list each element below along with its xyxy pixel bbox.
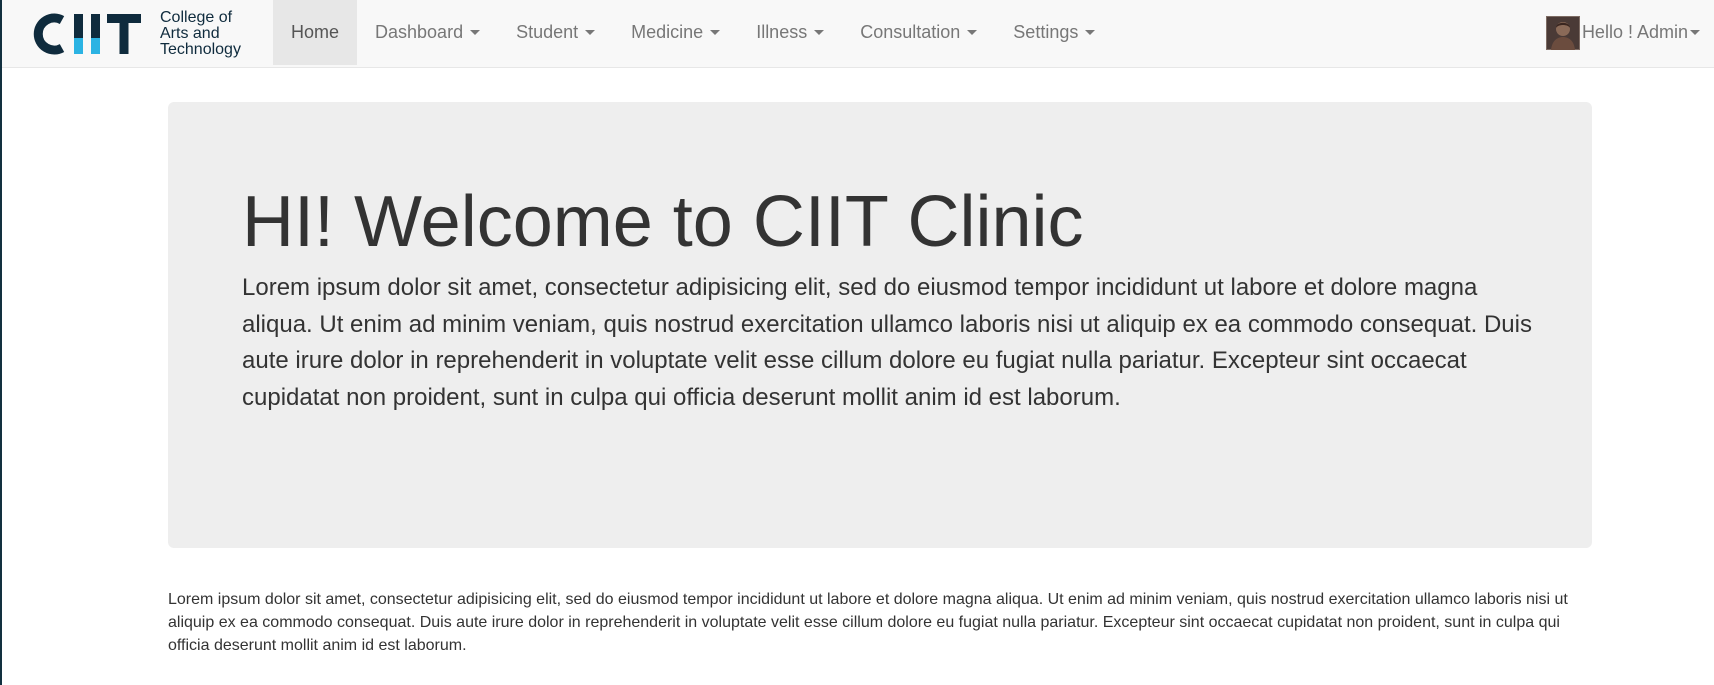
nav-student-dropdown[interactable]: Student [498,0,613,65]
caret-down-icon [967,30,978,35]
nav-medicine-label: Medicine [631,22,704,42]
brand-line-2: Arts and [160,25,220,42]
main-nav: Home Dashboard Student Medicine Illness … [273,0,1113,67]
user-greeting: Hello ! Admin [1581,22,1688,42]
caret-down-icon [585,30,596,35]
brand-logo[interactable]: College of Arts and Technology [28,8,241,60]
user-avatar-icon [1545,15,1580,50]
nav-settings-label: Settings [1013,22,1079,42]
nav-consultation-dropdown[interactable]: Consultation [842,0,995,65]
nav-dashboard-label: Dashboard [375,22,464,42]
nav-home-label: Home [291,22,340,42]
user-menu-dropdown[interactable]: Hello ! Admin [1545,0,1700,65]
nav-consultation-label: Consultation [860,22,961,42]
caret-down-icon [814,30,825,35]
welcome-jumbotron: HI! Welcome to CIIT Clinic Lorem ipsum d… [168,102,1592,548]
nav-home[interactable]: Home [273,0,358,65]
nav-student-label: Student [516,22,579,42]
nav-illness-dropdown[interactable]: Illness [738,0,842,65]
nav-dashboard-dropdown[interactable]: Dashboard [357,0,498,65]
caret-down-icon [1690,30,1700,35]
caret-down-icon [1085,30,1096,35]
brand-line-3: Technology [160,41,241,58]
caret-down-icon [710,30,721,35]
caret-down-icon [470,30,481,35]
nav-medicine-dropdown[interactable]: Medicine [613,0,738,65]
body-paragraph: Lorem ipsum dolor sit amet, consectetur … [168,591,1568,654]
top-navbar: College of Arts and Technology Home Dash… [2,0,1714,68]
brand-name: College of Arts and Technology [160,10,241,58]
page-title: HI! Welcome to CIIT Clinic [242,182,1084,262]
nav-illness-label: Illness [756,22,808,42]
brand-line-1: College of [160,9,233,26]
ciit-logo-icon [33,13,141,55]
nav-settings-dropdown[interactable]: Settings [995,0,1113,65]
jumbotron-text: Lorem ipsum dolor sit amet, consectetur … [242,274,1532,411]
